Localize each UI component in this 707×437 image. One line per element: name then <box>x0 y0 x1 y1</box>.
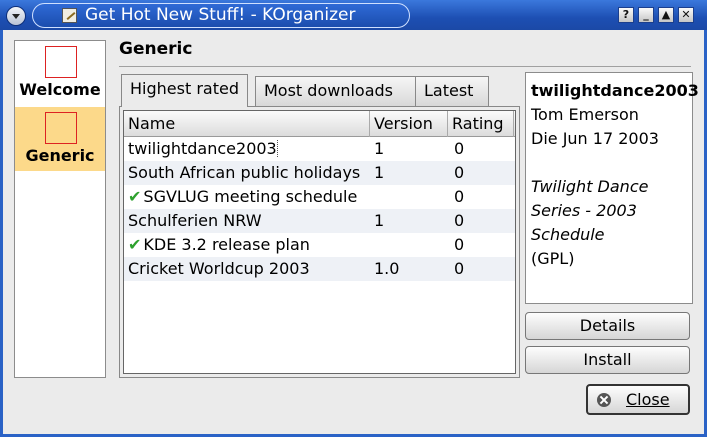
close-window-button[interactable]: ✕ <box>678 7 694 23</box>
tab-most-downloads[interactable]: Most downloads <box>255 76 416 106</box>
table-row[interactable]: Schulferien NRW 1 0 <box>124 209 515 233</box>
cell-name: twilightdance2003 <box>128 139 370 158</box>
details-button[interactable]: Details <box>525 312 690 340</box>
info-name: twilightdance2003 <box>531 81 699 100</box>
sidebar-item-generic[interactable]: Generic <box>15 107 105 171</box>
cell-name-text: KDE 3.2 release plan <box>143 235 310 254</box>
info-author: Tom Emerson <box>531 105 639 124</box>
dialog-body: Welcome Generic Generic Highest rated Mo… <box>3 30 704 434</box>
welcome-icon <box>45 46 77 78</box>
table-row[interactable]: South African public holidays 1 0 <box>124 161 515 185</box>
cell-version: 1 <box>374 139 385 158</box>
tab-panel: Name Version Rating twilightdance2003 1 0 S… <box>119 106 520 378</box>
cell-rating: 0 <box>454 187 465 206</box>
sidebar: Welcome Generic <box>14 40 106 378</box>
cell-rating: 0 <box>454 211 465 230</box>
column-header-version[interactable]: Version <box>370 111 448 137</box>
cell-version: 1.0 <box>374 259 400 278</box>
title-pill: Get Hot New Stuff! - KOrganizer <box>32 3 410 28</box>
minimize-button[interactable]: _ <box>638 7 654 23</box>
cell-version: 1 <box>374 163 385 182</box>
cell-version: 1 <box>374 211 385 230</box>
window-menu-button[interactable] <box>6 6 26 26</box>
table-row[interactable]: ✔ SGVLUG meeting schedule 0 <box>124 185 515 209</box>
cell-name-text: twilightdance2003 <box>128 139 278 158</box>
cell-name: ✔ KDE 3.2 release plan <box>128 235 370 254</box>
table-row[interactable]: Cricket Worldcup 2003 1.0 0 <box>124 257 515 281</box>
install-button[interactable]: Install <box>525 346 690 374</box>
help-button[interactable]: ? <box>618 7 634 23</box>
entry-info-panel: twilightdance2003 Tom Emerson Die Jun 17… <box>525 72 699 304</box>
cell-rating: 0 <box>454 259 465 278</box>
cell-name-text: SGVLUG meeting schedule <box>143 187 358 206</box>
window-title: Get Hot New Stuff! - KOrganizer <box>85 5 356 25</box>
table-row[interactable]: twilightdance2003 1 0 <box>124 137 515 161</box>
title-bar[interactable]: Get Hot New Stuff! - KOrganizer ? _ ▲ ✕ <box>0 0 707 30</box>
cell-name: South African public holidays <box>128 163 370 182</box>
cell-name-text: Schulferien NRW <box>128 211 262 230</box>
app-icon <box>62 8 77 23</box>
sidebar-item-label: Generic <box>25 146 95 165</box>
maximize-button[interactable]: ▲ <box>658 7 674 23</box>
column-header-name[interactable]: Name <box>124 111 370 137</box>
cell-rating: 0 <box>454 139 465 158</box>
cell-name-text: South African public holidays <box>128 163 361 182</box>
table-header: Name Version Rating <box>124 111 515 137</box>
cell-name: Schulferien NRW <box>128 211 370 230</box>
cell-rating: 0 <box>454 235 465 254</box>
info-license: (GPL) <box>531 249 575 268</box>
cell-rating: 0 <box>454 163 465 182</box>
cell-name-text: Cricket Worldcup 2003 <box>128 259 310 278</box>
generic-icon <box>45 112 77 144</box>
column-header-rating[interactable]: Rating <box>448 111 514 137</box>
close-button-label: Close <box>626 390 670 409</box>
info-summary: Twilight Dance Series - 2003 Schedule <box>531 177 649 244</box>
cell-name: Cricket Worldcup 2003 <box>128 259 370 278</box>
info-date: Die Jun 17 2003 <box>531 129 659 148</box>
installed-check-icon: ✔ <box>128 235 142 254</box>
close-button[interactable]: Close <box>586 384 690 415</box>
sidebar-item-welcome[interactable]: Welcome <box>15 41 105 105</box>
close-icon <box>597 393 611 407</box>
page-title: Generic <box>119 39 193 59</box>
entries-table[interactable]: Name Version Rating twilightdance2003 1 0 S… <box>123 110 516 374</box>
cell-name: ✔ SGVLUG meeting schedule <box>128 187 370 206</box>
sidebar-item-label: Welcome <box>19 80 101 99</box>
installed-check-icon: ✔ <box>128 187 142 206</box>
title-divider <box>119 66 691 67</box>
tab-latest[interactable]: Latest <box>415 76 489 106</box>
tab-highest-rated[interactable]: Highest rated <box>121 74 248 107</box>
table-row[interactable]: ✔ KDE 3.2 release plan 0 <box>124 233 515 257</box>
